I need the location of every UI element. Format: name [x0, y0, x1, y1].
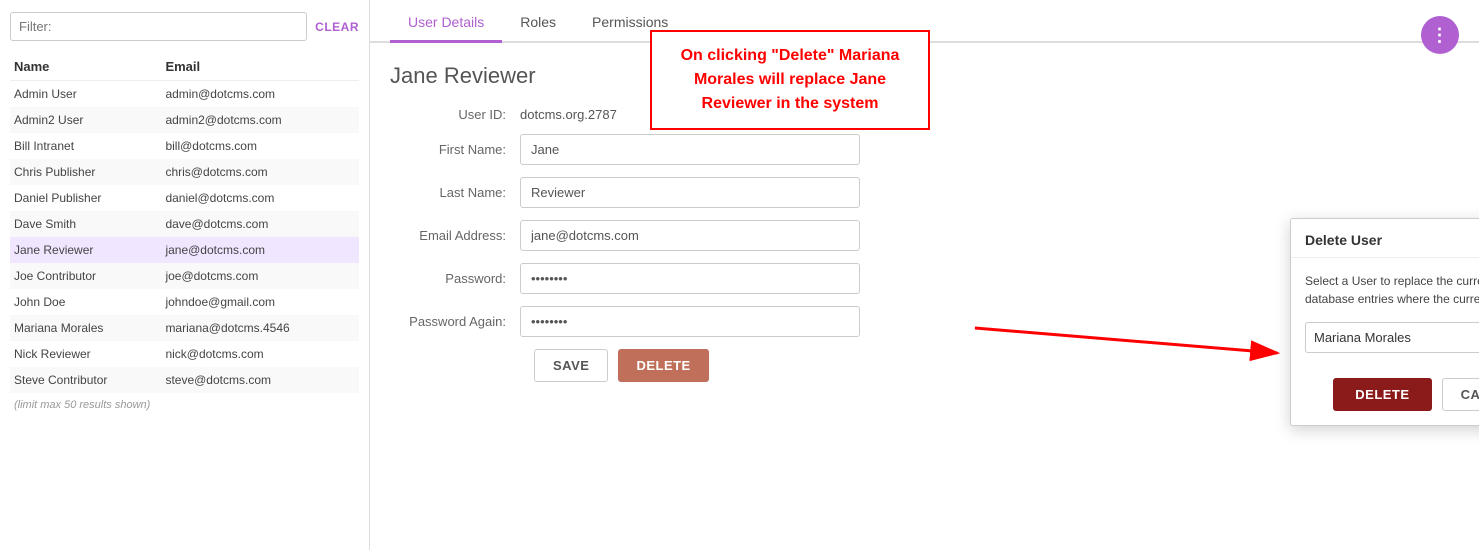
tab-roles[interactable]: Roles	[502, 0, 574, 43]
password-again-label: Password Again:	[390, 314, 520, 329]
user-name-cell: Mariana Morales	[10, 315, 161, 341]
filter-input[interactable]	[10, 12, 307, 41]
left-panel: CLEAR Name Email Admin Useradmin@dotcms.…	[0, 0, 370, 550]
user-id-value: dotcms.org.2787	[520, 107, 617, 122]
user-name-cell: Daniel Publisher	[10, 185, 161, 211]
table-row[interactable]: Dave Smithdave@dotcms.com	[10, 211, 359, 237]
user-name-cell: Nick Reviewer	[10, 341, 161, 367]
user-email-cell: bill@dotcms.com	[161, 133, 359, 159]
filter-row: CLEAR	[10, 12, 359, 41]
modal-delete-button[interactable]: DELETE	[1333, 378, 1431, 411]
modal-footer: DELETE CANCEL	[1291, 378, 1479, 425]
name-column-header: Name	[10, 53, 161, 81]
more-options-button[interactable]: ⋮	[1421, 16, 1459, 54]
modal-header: Delete User ×	[1291, 219, 1479, 258]
user-email-cell: mariana@dotcms.4546	[161, 315, 359, 341]
user-name-cell: Chris Publisher	[10, 159, 161, 185]
table-row[interactable]: Bill Intranetbill@dotcms.com	[10, 133, 359, 159]
user-email-cell: dave@dotcms.com	[161, 211, 359, 237]
user-email-cell: steve@dotcms.com	[161, 367, 359, 393]
user-id-label: User ID:	[390, 107, 520, 122]
password-again-input[interactable]	[520, 306, 860, 337]
last-name-label: Last Name:	[390, 185, 520, 200]
first-name-row: First Name:	[390, 134, 1459, 165]
table-row[interactable]: Admin Useradmin@dotcms.com	[10, 81, 359, 108]
email-column-header: Email	[161, 53, 359, 81]
tab-user-details[interactable]: User Details	[390, 0, 502, 43]
table-row[interactable]: Steve Contributorsteve@dotcms.com	[10, 367, 359, 393]
limit-note: (limit max 50 results shown)	[10, 399, 359, 411]
page-container: CLEAR Name Email Admin Useradmin@dotcms.…	[0, 0, 1479, 550]
table-row[interactable]: Daniel Publisherdaniel@dotcms.com	[10, 185, 359, 211]
email-label: Email Address:	[390, 228, 520, 243]
last-name-row: Last Name:	[390, 177, 1459, 208]
first-name-label: First Name:	[390, 142, 520, 157]
modal-description: Select a User to replace the current use…	[1305, 272, 1479, 308]
modal-title: Delete User	[1305, 232, 1382, 248]
modal-cancel-button[interactable]: CANCEL	[1442, 378, 1479, 411]
table-row[interactable]: Admin2 Useradmin2@dotcms.com	[10, 107, 359, 133]
user-email-cell: admin@dotcms.com	[161, 81, 359, 108]
table-row[interactable]: Joe Contributorjoe@dotcms.com	[10, 263, 359, 289]
user-email-cell: johndoe@gmail.com	[161, 289, 359, 315]
delete-user-modal: Delete User × Select a User to replace t…	[1290, 218, 1479, 426]
annotation-box: On clicking "Delete" Mariana Morales wil…	[650, 30, 930, 130]
right-panel: User Details Roles Permissions Jane Revi…	[370, 0, 1479, 550]
user-email-cell: jane@dotcms.com	[161, 237, 359, 263]
user-email-cell: daniel@dotcms.com	[161, 185, 359, 211]
table-row[interactable]: Mariana Moralesmariana@dotcms.4546	[10, 315, 359, 341]
user-name-cell: Joe Contributor	[10, 263, 161, 289]
user-name-cell: Bill Intranet	[10, 133, 161, 159]
modal-body: Select a User to replace the current use…	[1291, 258, 1479, 378]
table-row[interactable]: Chris Publisherchris@dotcms.com	[10, 159, 359, 185]
user-name-cell: Admin User	[10, 81, 161, 108]
user-email-cell: admin2@dotcms.com	[161, 107, 359, 133]
replacement-user-select[interactable]	[1305, 322, 1479, 353]
password-input[interactable]	[520, 263, 860, 294]
modal-select-row: ▼	[1305, 320, 1479, 354]
last-name-input[interactable]	[520, 177, 860, 208]
password-label: Password:	[390, 271, 520, 286]
table-row[interactable]: Nick Reviewernick@dotcms.com	[10, 341, 359, 367]
user-table: Name Email Admin Useradmin@dotcms.comAdm…	[10, 53, 359, 393]
annotation-text: On clicking "Delete" Mariana Morales wil…	[668, 44, 912, 116]
user-name-cell: Jane Reviewer	[10, 237, 161, 263]
user-name-cell: Admin2 User	[10, 107, 161, 133]
user-name-cell: Dave Smith	[10, 211, 161, 237]
user-email-cell: joe@dotcms.com	[161, 263, 359, 289]
user-name-cell: Steve Contributor	[10, 367, 161, 393]
first-name-input[interactable]	[520, 134, 860, 165]
user-email-cell: nick@dotcms.com	[161, 341, 359, 367]
email-input[interactable]	[520, 220, 860, 251]
table-row[interactable]: John Doejohndoe@gmail.com	[10, 289, 359, 315]
user-name-cell: John Doe	[10, 289, 161, 315]
save-button[interactable]: SAVE	[534, 349, 608, 382]
user-email-cell: chris@dotcms.com	[161, 159, 359, 185]
delete-button[interactable]: DELETE	[618, 349, 708, 382]
clear-button[interactable]: CLEAR	[315, 20, 359, 34]
table-row[interactable]: Jane Reviewerjane@dotcms.com	[10, 237, 359, 263]
